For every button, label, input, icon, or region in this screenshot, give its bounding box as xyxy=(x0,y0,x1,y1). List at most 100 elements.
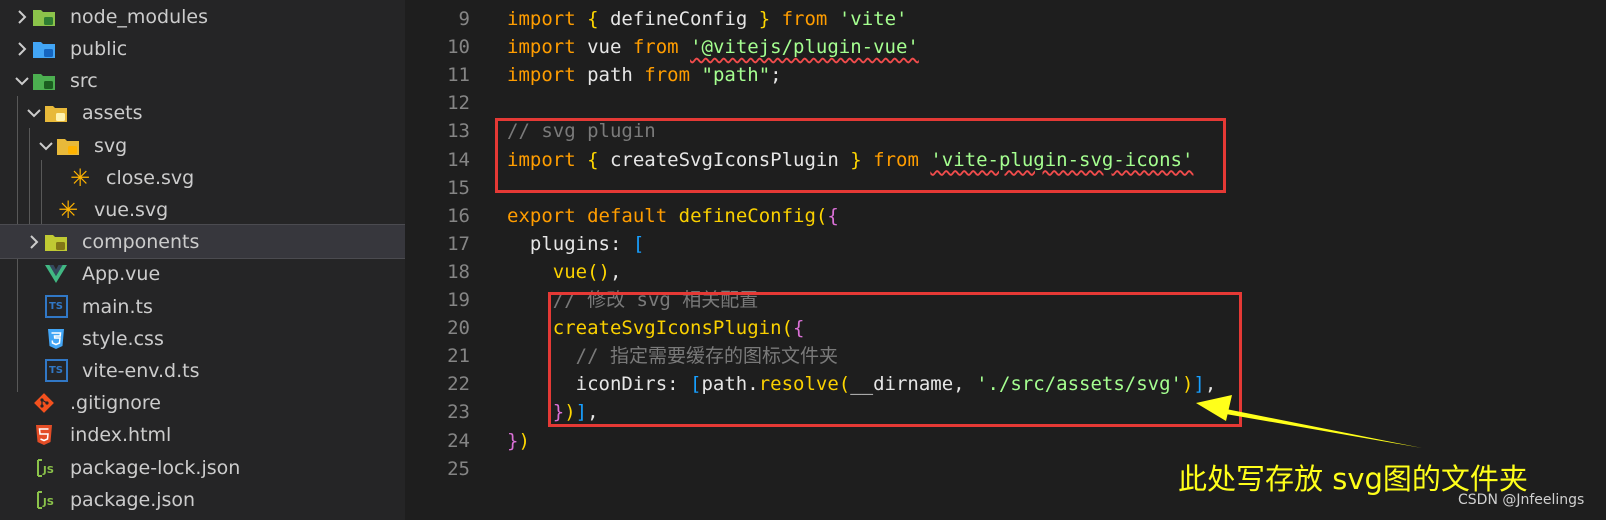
code-token: () xyxy=(587,260,610,283)
line-number: 13 xyxy=(447,120,470,143)
tree-item-label: components xyxy=(82,230,200,253)
code-text: import vue from '@vitejs/plugin-vue' xyxy=(507,33,919,61)
code-token: { xyxy=(827,204,839,227)
code-line[interactable]: 11 import path from "path"; xyxy=(405,61,1606,89)
line-number: 20 xyxy=(447,317,470,340)
tree-item-label: style.css xyxy=(82,327,164,350)
tree-item-close-svg[interactable]: ✳ close.svg xyxy=(0,161,405,194)
tree-item-gitignore[interactable]: .gitignore xyxy=(0,386,405,419)
chevron-right-icon[interactable] xyxy=(25,233,43,251)
code-token: defineConfig xyxy=(598,8,759,30)
code-token: '@vitejs/plugin-vue' xyxy=(690,36,919,59)
svg-text:JS: JS xyxy=(42,465,54,476)
code-line[interactable]: 18 vue(), xyxy=(405,258,1606,286)
chevron-down-icon[interactable] xyxy=(13,72,31,90)
tree-item-svg[interactable]: svg xyxy=(0,129,405,162)
line-number: 24 xyxy=(447,429,470,452)
line-number: 12 xyxy=(447,92,470,115)
code-text: export default defineConfig({ xyxy=(507,202,839,230)
watermark: CSDN @Jnfeelings xyxy=(1458,492,1585,508)
tree-item-label: public xyxy=(70,37,128,60)
line-number: 15 xyxy=(447,176,470,199)
code-token: defineConfig xyxy=(678,204,816,227)
code-token: export xyxy=(507,204,576,227)
line-number: 22 xyxy=(447,373,470,396)
tree-item-assets[interactable]: assets xyxy=(0,96,405,129)
tree-item-package-json[interactable]: JS package.json xyxy=(0,483,405,516)
code-line[interactable]: 9 import { defineConfig } from 'vite' xyxy=(405,5,1606,33)
svg-text:JS: JS xyxy=(42,497,54,508)
chevron-right-icon[interactable] xyxy=(13,8,31,26)
code-line[interactable]: 17 plugins: [ xyxy=(405,230,1606,258)
svg-file-icon: ✳ xyxy=(69,163,91,192)
tree-item-vue-svg[interactable]: ✳ vue.svg xyxy=(0,193,405,226)
code-token: } xyxy=(507,429,519,452)
tree-item-public[interactable]: public xyxy=(0,32,405,65)
file-explorer: node_modules public src assets svg ✳ close.svg… xyxy=(0,0,405,520)
line-number: 23 xyxy=(447,401,470,424)
code-token: from xyxy=(781,8,828,30)
code-token: default xyxy=(587,204,668,227)
code-token: ( xyxy=(815,204,828,227)
git-file-icon xyxy=(32,391,56,415)
line-number: 18 xyxy=(447,260,470,283)
code-line[interactable]: 10 import vue from '@vitejs/plugin-vue' xyxy=(405,33,1606,61)
chevron-down-icon[interactable] xyxy=(37,137,55,155)
tree-item-vite-env-d-ts[interactable]: TS vite-env.d.ts xyxy=(0,354,405,387)
code-line[interactable]: 16 export default defineConfig({ xyxy=(405,202,1606,230)
folder-src-icon xyxy=(32,69,56,93)
tree-item-main-ts[interactable]: TS main.ts xyxy=(0,290,405,323)
code-token: ) xyxy=(518,429,530,452)
code-token: ; xyxy=(770,64,782,87)
chevron-down-icon[interactable] xyxy=(25,104,43,122)
tree-item-node-modules[interactable]: node_modules xyxy=(0,0,405,33)
tree-item-components[interactable]: components xyxy=(0,224,405,259)
code-token: plugins: xyxy=(507,232,633,255)
code-line[interactable]: 24}) xyxy=(405,427,1606,455)
code-token: , xyxy=(609,260,622,283)
line-number: 17 xyxy=(447,232,470,255)
code-line[interactable]: 12 xyxy=(405,89,1606,117)
tree-item-label: index.html xyxy=(70,423,172,446)
code-token: 'vite' xyxy=(838,8,908,30)
line-number: 21 xyxy=(447,345,470,368)
tree-item-label: src xyxy=(70,69,98,92)
code-token: [ xyxy=(632,232,645,255)
tree-item-app-vue[interactable]: App.vue xyxy=(0,257,405,290)
tree-item-label: package.json xyxy=(70,488,196,511)
code-token: from xyxy=(644,64,691,87)
line-number: 14 xyxy=(447,148,470,171)
code-token: import xyxy=(507,36,576,59)
folder-svg-icon xyxy=(56,134,80,158)
highlight-box-plugin-import xyxy=(495,118,1226,193)
tree-item-index-html[interactable]: index.html xyxy=(0,418,405,451)
tree-item-label: main.ts xyxy=(82,295,153,318)
tree-item-src[interactable]: src xyxy=(0,64,405,97)
line-number: 11 xyxy=(447,64,470,87)
code-editor[interactable]: 9 import { defineConfig } from 'vite' 10 im… xyxy=(405,0,1606,520)
css-file-icon xyxy=(44,327,68,351)
folder-public-icon xyxy=(32,37,56,61)
tree-item-label: close.svg xyxy=(106,166,195,189)
code-token: import xyxy=(507,8,576,30)
code-token: vue xyxy=(552,260,588,283)
line-number: 19 xyxy=(447,289,470,311)
tree-item-label: svg xyxy=(94,134,128,157)
line-number: 25 xyxy=(447,457,470,480)
code-token: "path" xyxy=(701,64,771,87)
tree-item-package-lock-json[interactable]: JS package-lock.json xyxy=(0,451,405,484)
tree-item-label: package-lock.json xyxy=(70,456,241,479)
folder-node-modules-icon xyxy=(32,5,56,29)
ts-file-icon: TS xyxy=(44,295,68,319)
folder-components-icon xyxy=(44,230,68,254)
tree-item-style-css[interactable]: style.css xyxy=(0,322,405,355)
chevron-right-icon[interactable] xyxy=(13,40,31,58)
line-number: 9 xyxy=(458,8,470,30)
